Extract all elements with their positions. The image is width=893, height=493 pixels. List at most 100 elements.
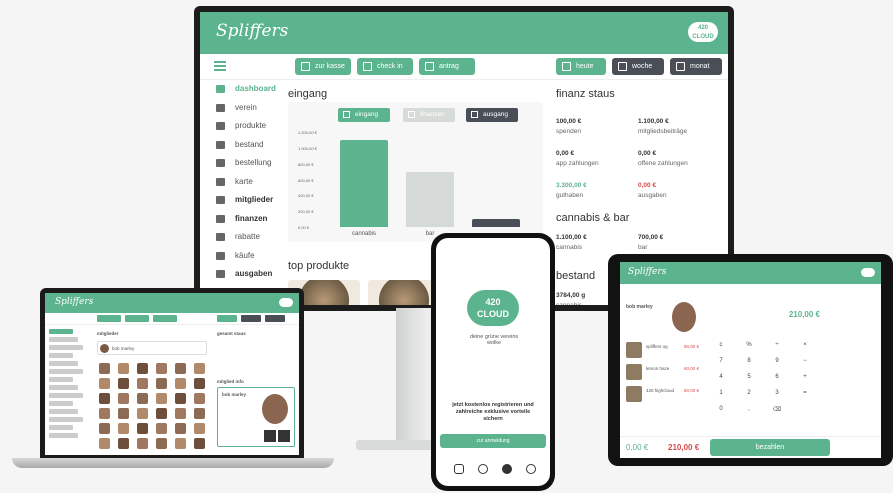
sidebar-item[interactable]	[49, 409, 78, 414]
antrag-button[interactable]: antrag	[419, 58, 475, 75]
sidebar-item-ausgaben[interactable]: ausgaben	[200, 265, 282, 284]
member-avatar[interactable]	[99, 438, 110, 449]
telegram-icon[interactable]	[502, 464, 512, 474]
sidebar-item[interactable]	[49, 345, 83, 350]
member-avatar[interactable]	[118, 423, 129, 434]
sidebar-item[interactable]	[49, 425, 73, 430]
keypad-key[interactable]: %	[740, 342, 758, 348]
member-avatar[interactable]	[118, 363, 129, 374]
keypad-key[interactable]: 0	[712, 406, 730, 412]
member-avatar[interactable]	[194, 408, 205, 419]
keypad-key[interactable]: 4	[712, 374, 730, 380]
member-avatar[interactable]	[118, 438, 129, 449]
member-avatar[interactable]	[194, 393, 205, 404]
member-avatar[interactable]	[175, 363, 186, 374]
sidebar-item[interactable]	[49, 353, 73, 358]
keypad-key[interactable]: 3	[768, 390, 786, 396]
cart-item[interactable]: lemon haze 60,00 €	[626, 364, 706, 380]
sidebar-item[interactable]	[49, 361, 78, 366]
member-avatar[interactable]	[194, 438, 205, 449]
member-avatar[interactable]	[118, 393, 129, 404]
sidebar-item[interactable]	[49, 417, 83, 422]
member-avatar[interactable]	[137, 378, 148, 389]
sidebar-item[interactable]	[49, 385, 78, 390]
member-avatar[interactable]	[99, 423, 110, 434]
tab-finanzen[interactable]: finanzen	[403, 108, 455, 122]
member-avatar[interactable]	[137, 408, 148, 419]
keypad-key[interactable]: +	[796, 374, 814, 380]
keypad-key[interactable]: 6	[768, 374, 786, 380]
sidebar-item-rabatte[interactable]: rabatte	[200, 228, 282, 247]
menu-icon[interactable]	[214, 61, 226, 71]
sidebar-item-bestand[interactable]: bestand	[200, 136, 282, 155]
tab-ausgang[interactable]: ausgang	[466, 108, 518, 122]
monat-button[interactable]	[265, 315, 285, 322]
keypad-key[interactable]: 1	[712, 390, 730, 396]
cart-item[interactable]: spliffers og 90,00 €	[626, 342, 706, 358]
antrag-button[interactable]	[153, 315, 177, 322]
heute-button[interactable]	[217, 315, 237, 322]
checkin-button[interactable]	[125, 315, 149, 322]
pay-button[interactable]: bezahlen	[710, 439, 830, 456]
member-avatar[interactable]	[137, 438, 148, 449]
sidebar-item-verein[interactable]: verein	[200, 99, 282, 118]
keypad-key[interactable]: 2	[740, 390, 758, 396]
sidebar-item-dashboard[interactable]: dashboard	[200, 80, 282, 99]
member-avatar[interactable]	[156, 393, 167, 404]
sidebar-item-mitglieder[interactable]: mitglieder	[200, 191, 282, 210]
member-avatar[interactable]	[99, 378, 110, 389]
woche-button[interactable]	[241, 315, 261, 322]
member-avatar[interactable]	[175, 378, 186, 389]
member-avatar[interactable]	[194, 423, 205, 434]
member-avatar[interactable]	[175, 423, 186, 434]
product-image[interactable]	[368, 280, 440, 305]
keypad-key[interactable]: =	[796, 390, 814, 396]
member-search[interactable]: bob marley	[97, 341, 207, 355]
sidebar-item-finanzen[interactable]: finanzen	[200, 210, 282, 229]
member-avatar[interactable]	[156, 408, 167, 419]
heute-button[interactable]: heute	[556, 58, 606, 75]
keypad-key[interactable]: ×	[796, 342, 814, 348]
bar-bar[interactable]	[406, 171, 454, 227]
member-avatar[interactable]	[175, 408, 186, 419]
sidebar-item[interactable]	[49, 369, 83, 374]
sidebar-item[interactable]	[49, 433, 78, 438]
whatsapp-icon[interactable]	[526, 464, 536, 474]
keypad-key[interactable]: −	[796, 358, 814, 364]
member-avatar[interactable]	[194, 363, 205, 374]
member-avatar[interactable]	[137, 423, 148, 434]
keypad-key[interactable]: 5	[740, 374, 758, 380]
checkin-button[interactable]: check in	[357, 58, 413, 75]
bar-cannabis[interactable]	[340, 139, 388, 227]
cart-item[interactable]: 420 highcloud 60,00 €	[626, 386, 706, 402]
keypad-key[interactable]: c	[712, 342, 730, 348]
sidebar-item[interactable]	[49, 377, 73, 382]
sidebar-item[interactable]	[49, 329, 73, 334]
member-avatar[interactable]	[156, 438, 167, 449]
sidebar-item-karte[interactable]: karte	[200, 173, 282, 192]
member-avatar[interactable]	[175, 438, 186, 449]
member-avatar[interactable]	[156, 423, 167, 434]
instagram-icon[interactable]	[454, 464, 464, 474]
sidebar-item[interactable]	[49, 337, 78, 342]
member-avatar[interactable]	[156, 363, 167, 374]
member-avatar[interactable]	[175, 393, 186, 404]
tab-eingang[interactable]: eingang	[338, 108, 390, 122]
member-avatar[interactable]	[137, 393, 148, 404]
sidebar-item[interactable]	[49, 401, 73, 406]
sidebar-item-produkte[interactable]: produkte	[200, 117, 282, 136]
keypad-key[interactable]: 9	[768, 358, 786, 364]
member-avatar[interactable]	[137, 363, 148, 374]
member-avatar[interactable]	[99, 408, 110, 419]
keypad-key[interactable]: ,	[740, 406, 758, 412]
register-button[interactable]: zur anmeldung	[440, 434, 546, 448]
member-avatar[interactable]	[99, 393, 110, 404]
woche-button[interactable]: woche	[612, 58, 664, 75]
keypad-key[interactable]: ⌫	[768, 406, 786, 413]
keypad-key[interactable]: 7	[712, 358, 730, 364]
member-avatar[interactable]	[194, 378, 205, 389]
discord-icon[interactable]	[478, 464, 488, 474]
keypad-key[interactable]: ÷	[768, 342, 786, 348]
sidebar-item[interactable]	[49, 393, 83, 398]
keypad-key[interactable]: 8	[740, 358, 758, 364]
